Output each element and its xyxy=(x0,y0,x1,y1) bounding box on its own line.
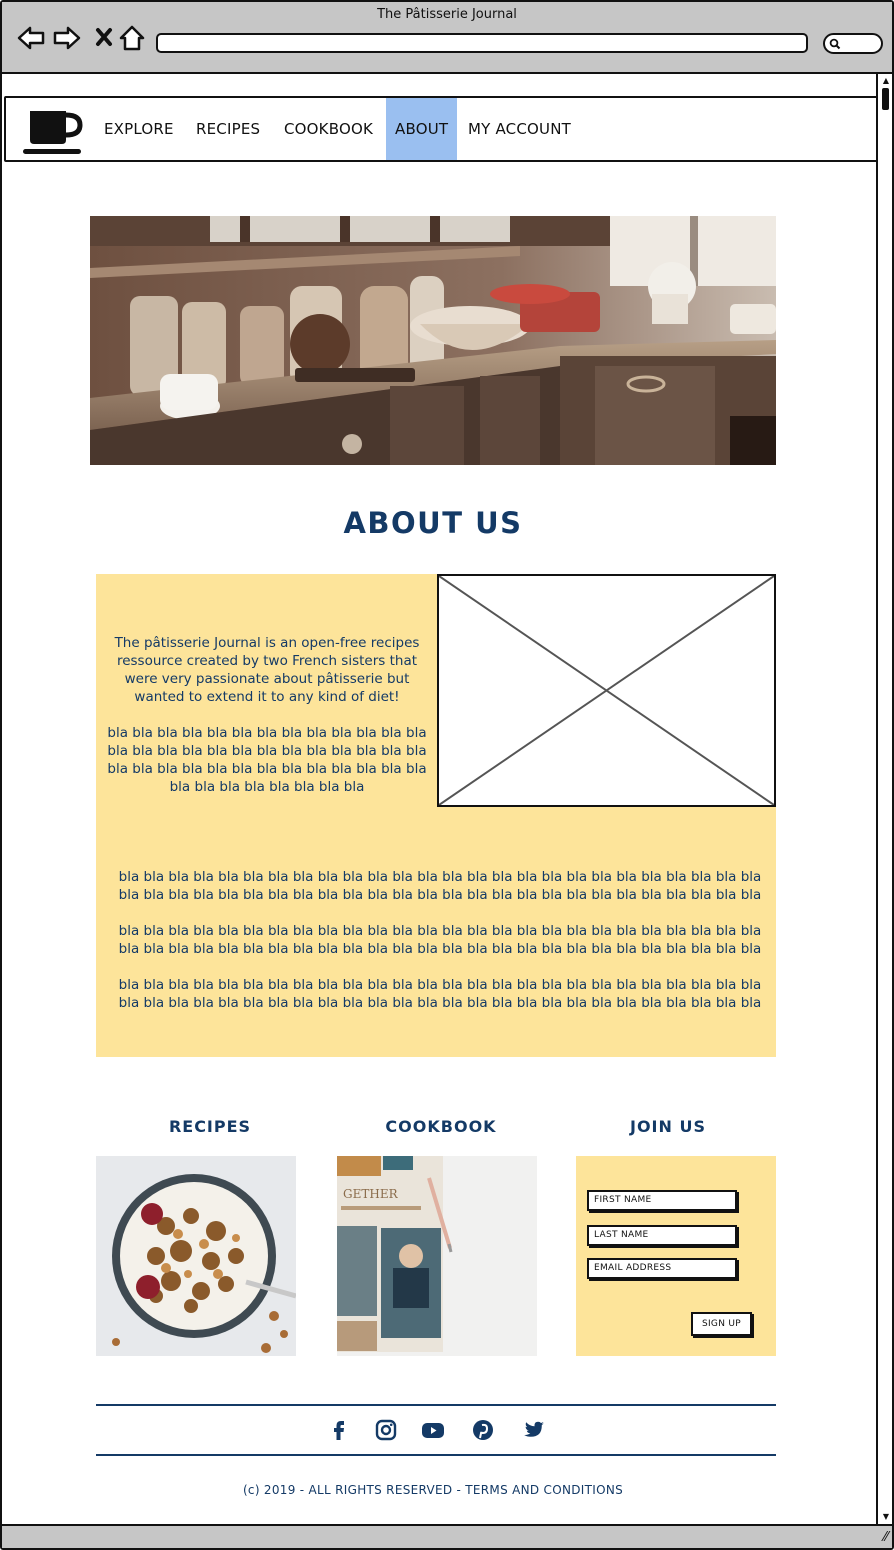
intro-filler-text: bla bla bla bla bla bla bla bla bla bla … xyxy=(107,725,427,795)
cookbook-heading[interactable]: COOKBOOK xyxy=(341,1117,541,1136)
about-paragraph: bla bla bla bla bla bla bla bla bla bla … xyxy=(118,977,762,1011)
browser-search-field[interactable] xyxy=(823,33,883,54)
browser-titlebar: The Pâtisserie Journal xyxy=(2,2,892,74)
stop-icon[interactable] xyxy=(90,24,120,52)
footer-divider xyxy=(96,1454,776,1456)
page-title: ABOUT US xyxy=(343,506,523,540)
kitchen-hero-image xyxy=(90,216,776,465)
pinterest-icon[interactable] xyxy=(471,1418,495,1442)
browser-statusbar: ⁄⁄ xyxy=(2,1524,892,1548)
last-name-field[interactable]: LAST NAME xyxy=(587,1225,737,1246)
join-us-form: FIRST NAME LAST NAME EMAIL ADDRESS SIGN … xyxy=(576,1156,776,1356)
back-arrow-icon[interactable] xyxy=(16,24,46,52)
footer-copyright[interactable]: (c) 2019 - ALL RIGHTS RESERVED - TERMS A… xyxy=(90,1483,776,1497)
site-navbar: EXPLORE RECIPES COOKBOOK ABOUT MY ACCOUN… xyxy=(4,96,878,162)
coffee-cup-icon[interactable] xyxy=(22,106,84,156)
about-content-box: The pâtisserie Journal is an open-free r… xyxy=(96,574,776,1057)
window-title: The Pâtisserie Journal xyxy=(377,7,517,22)
join-us-heading: JOIN US xyxy=(630,1117,706,1136)
twitter-icon[interactable] xyxy=(522,1418,546,1442)
resize-grip-icon[interactable]: ⁄⁄ xyxy=(884,1530,888,1545)
search-icon xyxy=(829,38,841,50)
forward-arrow-icon[interactable] xyxy=(52,24,82,52)
email-field[interactable]: EMAIL ADDRESS xyxy=(587,1258,737,1279)
nav-explore[interactable]: EXPLORE xyxy=(95,98,183,160)
scroll-down-icon[interactable]: ▼ xyxy=(881,1512,891,1522)
scrollbar-thumb[interactable] xyxy=(882,88,889,110)
footer-divider xyxy=(96,1404,776,1406)
scroll-up-icon[interactable]: ▲ xyxy=(881,76,891,86)
nav-recipes[interactable]: RECIPES xyxy=(187,98,269,160)
address-bar[interactable] xyxy=(156,33,808,53)
about-paragraph: bla bla bla bla bla bla bla bla bla bla … xyxy=(118,923,762,957)
cookbook-cover-text: GETHER xyxy=(343,1187,399,1201)
nav-about[interactable]: ABOUT xyxy=(386,98,458,160)
nav-cookbook[interactable]: COOKBOOK xyxy=(275,98,382,160)
sign-up-button[interactable]: SIGN UP xyxy=(691,1312,752,1336)
nav-my-account[interactable]: MY ACCOUNT xyxy=(459,98,580,160)
first-name-field[interactable]: FIRST NAME xyxy=(587,1190,737,1211)
cookbook-image[interactable]: GETHER xyxy=(337,1156,537,1356)
granola-bowl-image[interactable] xyxy=(96,1156,296,1356)
intro-text: The pâtisserie Journal is an open-free r… xyxy=(114,635,420,705)
about-intro: The pâtisserie Journal is an open-free r… xyxy=(104,634,430,796)
browser-window: The Pâtisserie Journal ▲ ▼ EXPLORE RECIP… xyxy=(0,0,894,1550)
facebook-icon[interactable] xyxy=(327,1418,351,1442)
about-paragraphs: bla bla bla bla bla bla bla bla bla bla … xyxy=(110,868,770,1012)
youtube-icon[interactable] xyxy=(421,1418,445,1442)
vertical-scrollbar[interactable]: ▲ ▼ xyxy=(876,74,892,1524)
image-placeholder xyxy=(437,574,776,807)
recipes-heading[interactable]: RECIPES xyxy=(110,1117,310,1136)
instagram-icon[interactable] xyxy=(374,1418,398,1442)
about-paragraph: bla bla bla bla bla bla bla bla bla bla … xyxy=(118,869,762,903)
home-icon[interactable] xyxy=(117,24,147,52)
